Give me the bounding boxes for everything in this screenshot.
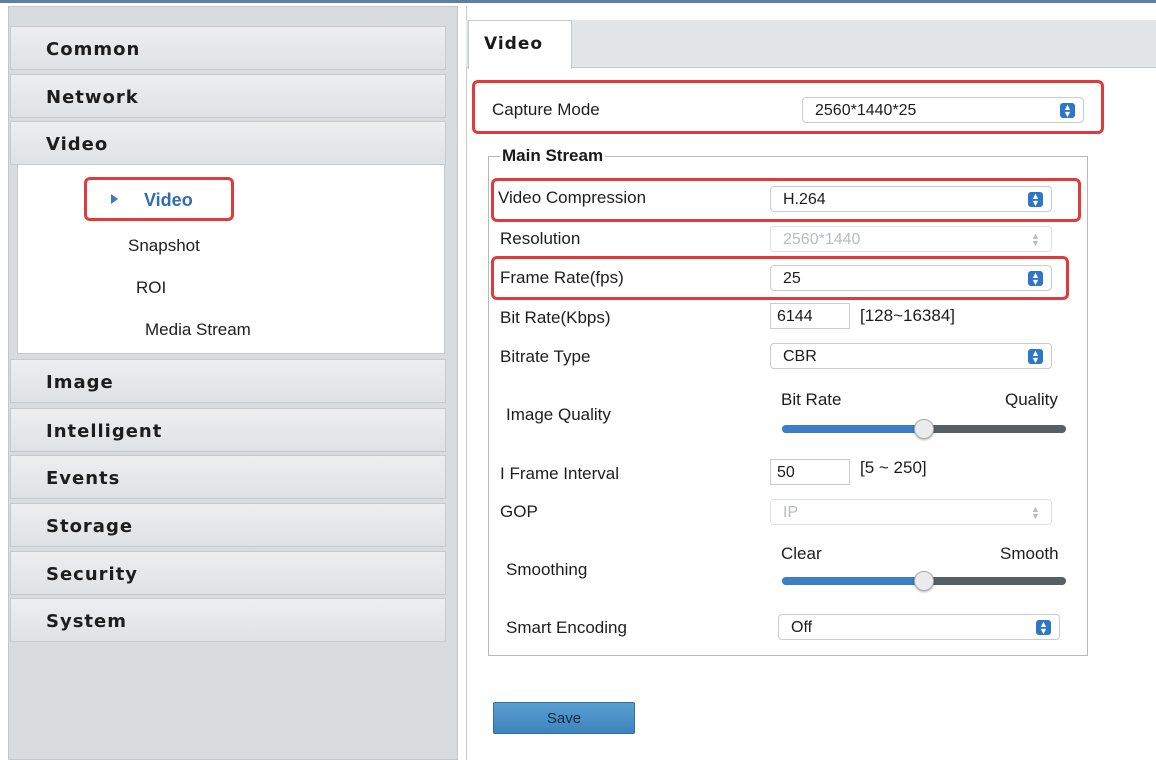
video-compression-value: H.264 [783,191,826,208]
smoothing-left-label: Clear [781,544,822,563]
i-frame-interval-value: 50 [777,464,795,481]
menu-image[interactable]: Image [10,359,446,403]
menu-storage[interactable]: Storage [10,503,446,547]
menu-security-label: Security [46,564,139,585]
bit-rate-range: [128~16384] [860,306,956,325]
capture-mode-value: 2560*1440*25 [815,102,917,119]
image-quality-slider-handle[interactable] [914,419,934,439]
menu-common-label: Common [46,39,141,60]
select-arrows-icon: ▲ ▼ [1031,231,1040,248]
menu-storage-label: Storage [46,516,134,537]
bitrate-type-label: Bitrate Type [500,347,591,366]
smoothing-slider-handle[interactable] [914,571,934,591]
arrow-right-icon [111,194,118,204]
bit-rate-label: Bit Rate(Kbps) [500,308,611,327]
gop-select[interactable]: IP ▲ ▼ [770,499,1052,525]
select-arrows-icon: ▲ ▼ [1031,504,1040,521]
save-button-label: Save [546,710,582,727]
i-frame-interval-input[interactable]: 50 [770,459,850,485]
menu-common[interactable]: Common [10,26,446,70]
smart-encoding-label: Smart Encoding [506,618,627,637]
capture-mode-label: Capture Mode [492,100,600,119]
smart-encoding-value: Off [791,619,813,636]
menu-network-label: Network [46,87,139,108]
video-compression-label: Video Compression [498,188,647,207]
menu-video[interactable]: Video [10,121,446,165]
main-stream-legend: Main Stream [500,146,606,166]
select-arrows-icon: ▲ ▼ [1060,103,1075,119]
image-quality-label: Image Quality [506,405,611,424]
menu-events[interactable]: Events [10,455,446,499]
capture-mode-select[interactable]: 2560*1440*25 ▲ ▼ [802,97,1084,123]
top-border [0,0,1156,3]
smoothing-fill [782,577,924,585]
bit-rate-input[interactable]: 6144 [770,303,850,329]
select-arrows-icon: ▲ ▼ [1028,349,1043,365]
frame-rate-select[interactable]: 25 ▲ ▼ [770,265,1052,291]
smoothing-right-label: Smooth [1000,544,1059,563]
menu-events-label: Events [46,468,121,489]
frame-rate-value: 25 [783,270,801,287]
resolution-label: Resolution [500,229,581,248]
bitrate-type-select[interactable]: CBR ▲ ▼ [770,343,1052,369]
video-compression-select[interactable]: H.264 ▲ ▼ [770,186,1052,212]
menu-intelligent-label: Intelligent [46,421,163,442]
select-arrows-icon: ▲ ▼ [1028,192,1043,208]
bit-rate-value: 6144 [777,308,813,325]
menu-security[interactable]: Security [10,551,446,595]
smart-encoding-select[interactable]: Off ▲ ▼ [778,614,1060,640]
menu-system-label: System [46,611,127,632]
image-quality-right-label: Quality [1005,390,1058,409]
bitrate-type-value: CBR [783,348,817,365]
menu-image-label: Image [46,372,114,393]
select-arrows-icon: ▲ ▼ [1028,271,1043,287]
image-quality-fill [782,425,924,433]
tab-video-label: Video [484,34,544,54]
tab-video[interactable]: Video [468,20,572,69]
image-quality-left-label: Bit Rate [781,390,842,409]
submenu-item-roi[interactable]: ROI [136,278,166,298]
select-arrows-icon: ▲ ▼ [1036,620,1051,636]
menu-system[interactable]: System [10,598,446,642]
submenu-item-video[interactable]: Video [84,177,234,221]
i-frame-interval-range: [5 ~ 250] [860,458,927,477]
resolution-value: 2560*1440 [783,231,861,248]
smoothing-label: Smoothing [506,560,588,579]
submenu-video-label: Video [144,190,193,210]
resolution-select[interactable]: 2560*1440 ▲ ▼ [770,226,1052,252]
save-button[interactable]: Save [493,702,635,734]
submenu-item-media-stream[interactable]: Media Stream [145,320,251,340]
gop-label: GOP [500,502,538,521]
menu-intelligent[interactable]: Intelligent [10,408,446,452]
submenu-item-snapshot[interactable]: Snapshot [128,236,200,256]
menu-network[interactable]: Network [10,74,446,118]
menu-video-label: Video [46,134,109,155]
i-frame-interval-label: I Frame Interval [500,464,620,483]
gop-value: IP [783,504,799,521]
frame-rate-label: Frame Rate(fps) [500,268,624,287]
